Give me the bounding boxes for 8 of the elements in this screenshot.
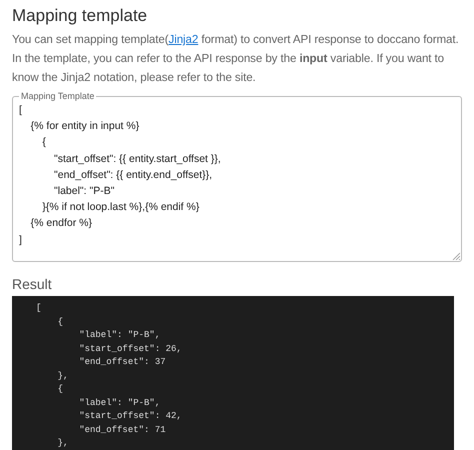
resize-handle-icon[interactable] (452, 252, 460, 260)
section-title: Mapping template (12, 5, 148, 27)
result-code: [ { "label": "P-B", "start_offset": 26, "end_offset": 37 }, { "label": "P-B", "start_offset": 42, "end_offset": 71 }, (36, 302, 183, 450)
description-text: You can set mapping template(Jinja2 format) to convert API response to doccano format. In the template, you can refer to the API response by the input variable. If you want to know the Jinja2 notation, please refer to the site. (12, 32, 460, 86)
jinja2-link[interactable]: Jinja2 (168, 33, 198, 46)
template-text: [ {% for entity in input %} { "start_offset": {{ entity.start_offset }}, "end_offset": {{ entity.end_offset}}, "label": "P-B" }{% if not loop.last %},{% endif %} {% endfor %} ] (19, 103, 222, 248)
field-label: Mapping Template (19, 90, 96, 102)
result-title: Result (12, 275, 53, 294)
